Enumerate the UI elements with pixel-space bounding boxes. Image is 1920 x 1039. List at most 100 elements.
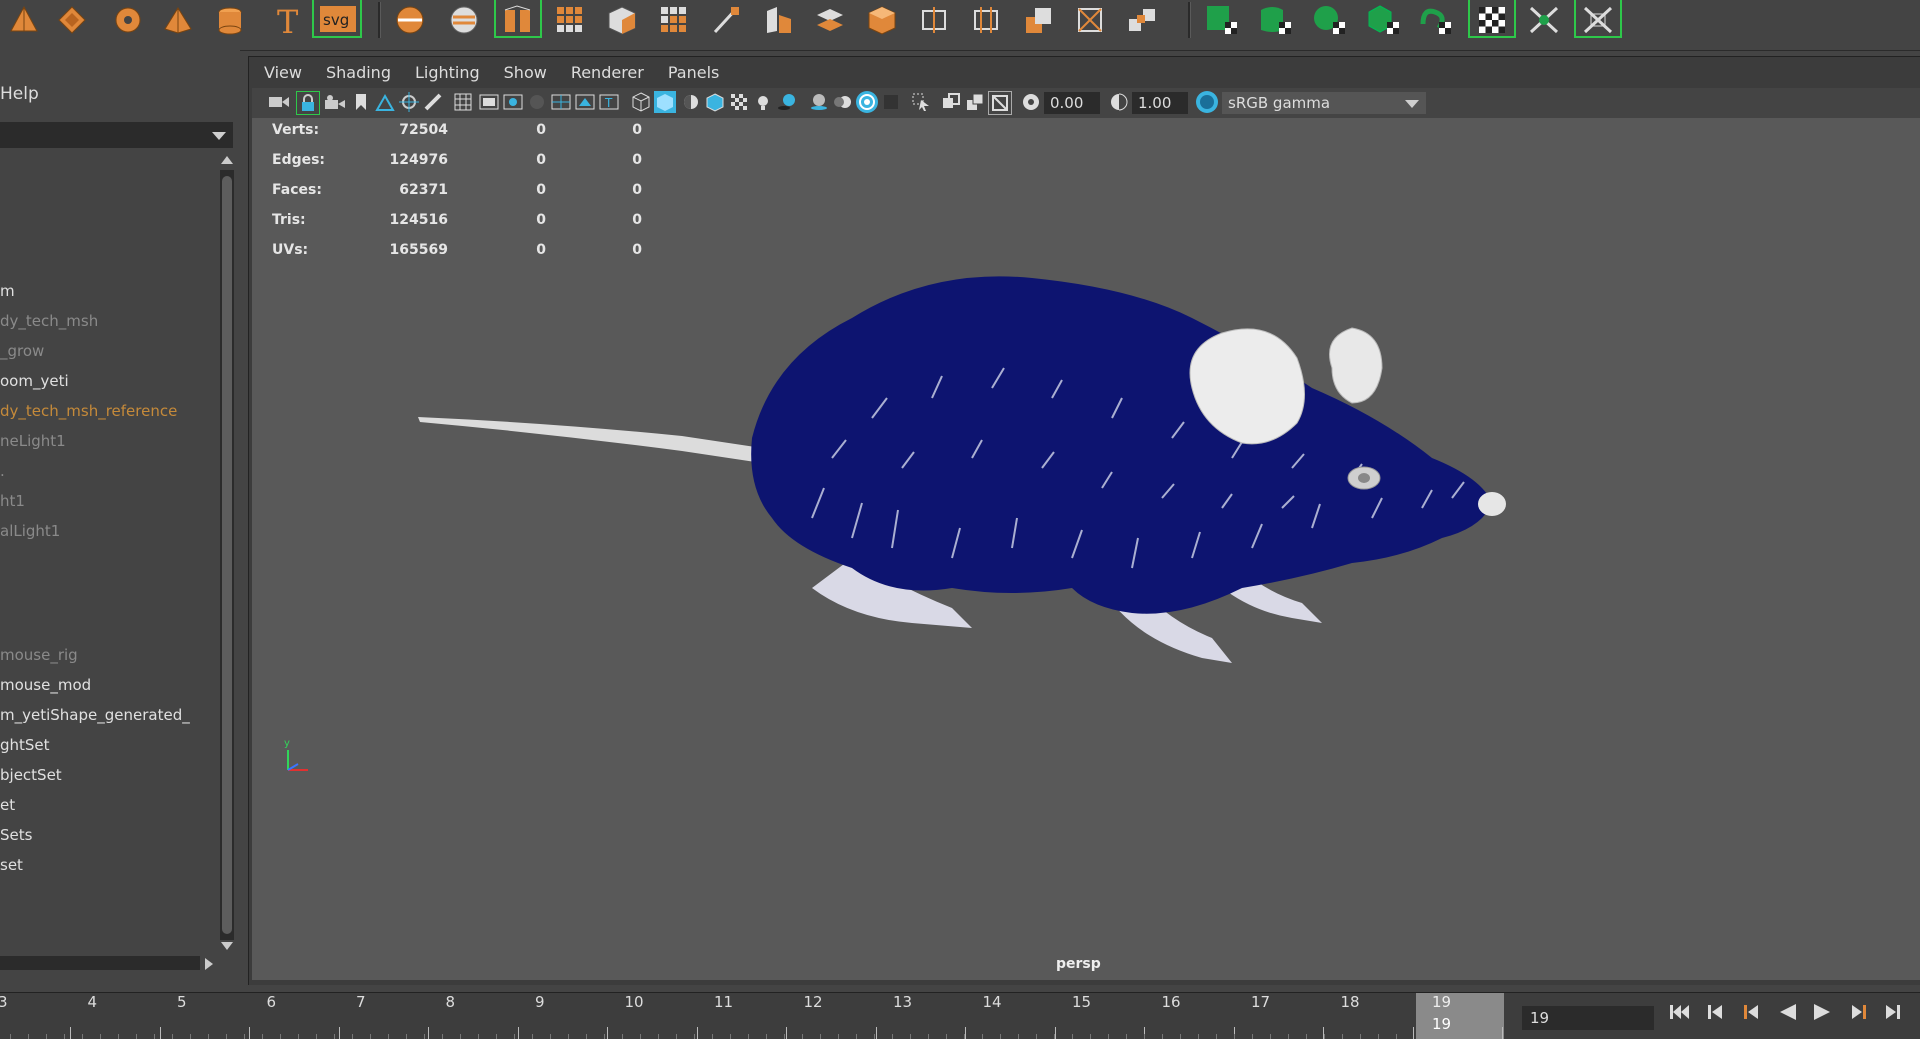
anti-aliasing-icon[interactable] — [856, 91, 878, 113]
combine-icon[interactable] — [392, 0, 428, 40]
wireframe-on-shaded-icon[interactable] — [704, 91, 726, 113]
panel-menu-lighting[interactable]: Lighting — [415, 63, 480, 82]
extrude-cube-icon[interactable] — [604, 0, 640, 40]
offset-loop-icon[interactable] — [968, 0, 1004, 40]
step-back-frame-icon[interactable] — [1740, 1001, 1764, 1023]
wireframe-icon[interactable] — [630, 91, 652, 113]
svg-tool-icon[interactable]: svg — [318, 0, 358, 40]
panel-menu-shading[interactable]: Shading — [326, 63, 391, 82]
outliner-item[interactable]: m_yetiShape_generated_ — [0, 706, 190, 724]
go-to-start-icon[interactable] — [1668, 1001, 1692, 1023]
current-frame-marker[interactable]: 19 19 — [1416, 993, 1504, 1039]
gamma-icon[interactable] — [1108, 91, 1130, 113]
outliner-item[interactable]: set — [0, 856, 23, 874]
bevel-icon[interactable] — [760, 0, 796, 40]
outliner-item[interactable]: alLight1 — [0, 522, 60, 540]
motion-blur-icon[interactable] — [832, 91, 854, 113]
panel-menu-view[interactable]: View — [264, 63, 302, 82]
smooth-shade-icon[interactable] — [654, 91, 676, 113]
film-gate-icon[interactable] — [478, 91, 500, 113]
play-forwards-icon[interactable] — [1810, 1001, 1834, 1023]
panel-menu-renderer[interactable]: Renderer — [571, 63, 644, 82]
scroll-down-arrow-icon[interactable] — [221, 942, 233, 950]
play-backwards-icon[interactable] — [1776, 1001, 1800, 1023]
outliner-item[interactable]: mouse_rig — [0, 646, 78, 664]
step-forward-key-icon[interactable] — [1880, 1001, 1904, 1023]
color-space-dropdown-button[interactable] — [1400, 92, 1426, 114]
color-space-dropdown[interactable]: sRGB gamma — [1222, 92, 1412, 114]
poly-torus-icon[interactable] — [110, 0, 146, 40]
outliner-filter-field[interactable] — [0, 122, 233, 148]
lock-camera-icon[interactable] — [296, 91, 320, 115]
insert-loop-icon[interactable] — [916, 0, 952, 40]
outliner-item[interactable]: ghtSet — [0, 736, 50, 754]
camera-attributes-icon[interactable] — [324, 91, 346, 113]
outliner-item[interactable]: oom_yeti — [0, 372, 69, 390]
current-frame-field[interactable]: 19 — [1522, 1006, 1654, 1030]
menu-help[interactable]: Help — [0, 84, 39, 104]
xray-active-icon[interactable] — [988, 91, 1012, 115]
gamma-field[interactable]: 1.00 — [1132, 92, 1188, 114]
outliner-item[interactable]: Sets — [0, 826, 32, 844]
safe-title-icon[interactable]: T — [598, 91, 620, 113]
outliner-scroll-thumb[interactable] — [222, 176, 232, 934]
gate-mask-icon[interactable] — [526, 91, 548, 113]
outliner-item[interactable]: bjectSet — [0, 766, 62, 784]
2d-pan-zoom-icon[interactable] — [398, 91, 420, 113]
xray-icon[interactable] — [940, 91, 962, 113]
outliner-item[interactable]: ht1 — [0, 492, 25, 510]
outliner-item[interactable]: . — [0, 462, 5, 480]
safe-action-icon[interactable] — [574, 91, 596, 113]
depth-of-field-icon[interactable] — [880, 91, 902, 113]
step-back-key-icon[interactable] — [1704, 1001, 1728, 1023]
poly-pyramid-icon[interactable] — [160, 0, 196, 40]
uv-sew-icon[interactable] — [1578, 0, 1618, 40]
outliner-item[interactable]: et — [0, 796, 15, 814]
scroll-right-arrow-icon[interactable] — [205, 958, 213, 970]
xray-joints-icon[interactable] — [964, 91, 986, 113]
uv-cylinder-icon[interactable] — [1256, 0, 1296, 40]
color-management-icon[interactable] — [1196, 91, 1218, 113]
outliner-item[interactable]: dy_tech_msh_reference — [0, 402, 177, 420]
outliner-item[interactable]: mouse_mod — [0, 676, 91, 694]
grease-pencil-icon[interactable] — [422, 91, 444, 113]
outliner-item[interactable]: neLight1 — [0, 432, 66, 450]
panel-menu-show[interactable]: Show — [504, 63, 547, 82]
outliner-item[interactable]: m — [0, 282, 15, 300]
exposure-icon[interactable] — [1020, 91, 1042, 113]
poly-cone-icon[interactable] — [6, 0, 42, 40]
uv-cube-icon[interactable] — [1202, 0, 1242, 40]
outliner-item[interactable]: _grow — [0, 342, 44, 360]
textured-icon[interactable] — [728, 91, 750, 113]
step-forward-frame-icon[interactable] — [1846, 1001, 1870, 1023]
uv-sphere-icon[interactable] — [1310, 0, 1350, 40]
grid-toggle-icon[interactable] — [452, 91, 474, 113]
screen-space-ao-icon[interactable] — [808, 91, 830, 113]
fill-hole-icon[interactable] — [1020, 0, 1056, 40]
image-plane-icon[interactable] — [374, 91, 396, 113]
outliner-horizontal-scrollbar[interactable] — [0, 956, 200, 970]
multi-cut-icon[interactable] — [708, 0, 744, 40]
uv-unfold-icon[interactable] — [1416, 0, 1456, 40]
shadows-icon[interactable] — [776, 91, 798, 113]
target-weld-icon[interactable] — [1072, 0, 1108, 40]
separate-icon[interactable] — [446, 0, 482, 40]
merge-icon[interactable] — [1124, 0, 1160, 40]
viewport-canvas[interactable]: Verts: 72504 0 0 Edges: 124976 0 0 Faces: 62371 0 0… — [252, 118, 1920, 980]
outliner-item[interactable]: dy_tech_msh — [0, 312, 98, 330]
bookmark-icon[interactable] — [350, 91, 372, 113]
poly-type-icon[interactable]: T — [268, 0, 304, 40]
panel-menu-panels[interactable]: Panels — [668, 63, 720, 82]
use-all-lights-icon[interactable] — [752, 91, 774, 113]
default-material-icon[interactable] — [680, 91, 702, 113]
uv-auto-icon[interactable] — [1364, 0, 1404, 40]
resolution-gate-icon[interactable] — [502, 91, 524, 113]
poly-pipe-icon[interactable] — [212, 0, 248, 40]
bridge-icon[interactable] — [812, 0, 848, 40]
uv-checker-icon[interactable] — [1472, 0, 1512, 40]
time-slider[interactable]: 19 19 3 4 5 6 7 8 9 10 11 12 13 14 15 16 17 18 19 — [0, 992, 1920, 1039]
exposure-field[interactable]: 0.00 — [1044, 92, 1100, 114]
field-chart-icon[interactable] — [550, 91, 572, 113]
grid-icon-1[interactable] — [552, 0, 588, 40]
append-icon[interactable] — [864, 0, 900, 40]
